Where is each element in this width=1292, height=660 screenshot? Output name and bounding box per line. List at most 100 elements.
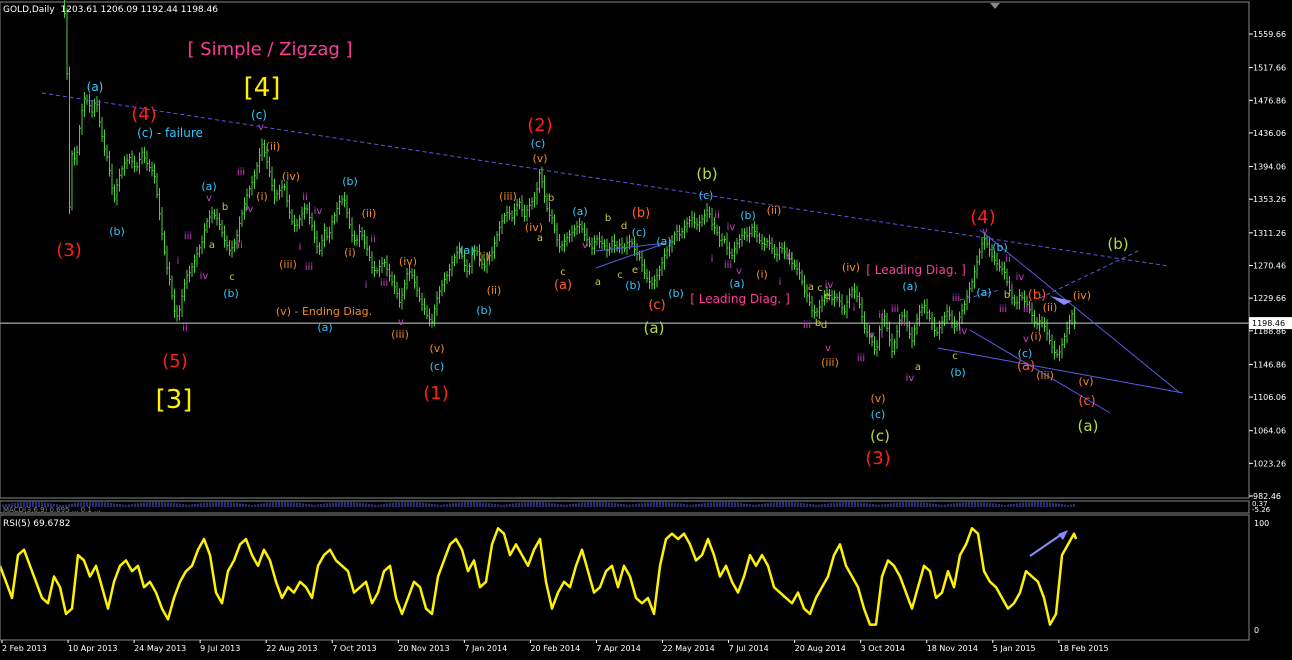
wave-label: (a) (1017, 359, 1035, 374)
wave-label: i (299, 242, 302, 253)
wave-label: i (177, 256, 180, 267)
price-axis-label: 1353.26 (1253, 195, 1286, 204)
wave-label: (b) (1107, 235, 1128, 253)
wave-label: (c) - failure (137, 126, 203, 140)
date-axis-label: 10 Apr 2013 (68, 644, 117, 653)
wave-label: a (595, 277, 601, 288)
wave-label: iii (1023, 304, 1031, 315)
wave-label: (v) - Ending Diag. (276, 305, 372, 318)
wave-label: (4) (970, 207, 996, 228)
price-chart-svg[interactable]: [ Simple / Zigzag ] [4] [3] (3) (4) (5) (1) (2)… (0, 0, 1292, 656)
wave-label: b (1004, 290, 1010, 301)
wave-label: iv (825, 280, 834, 291)
wave-label: (b) (625, 279, 641, 292)
wave-label: c (617, 270, 623, 281)
price-axis-label: 1394.06 (1253, 163, 1286, 172)
wave-label: (a) (572, 205, 587, 218)
macd-axis-label: -5.26 (1252, 506, 1271, 514)
date-axis-label: 7 Jan 2014 (464, 644, 507, 653)
date-axis-label: 7 Oct 2013 (332, 644, 376, 653)
wave-label: v (582, 240, 588, 251)
wave-label: (iv) (399, 255, 417, 268)
wave-label: ii (878, 310, 884, 321)
wave-label: (b) (223, 287, 239, 300)
wave-label: iii (857, 353, 865, 364)
wave-label: (iii) (1036, 369, 1054, 382)
date-axis-label: 7 Apr 2014 (596, 644, 640, 653)
wave-label: v (398, 317, 404, 328)
forex-chart[interactable]: [ Simple / Zigzag ] [4] [3] (3) (4) (5) (1) (2)… (0, 0, 1292, 656)
date-axis-label: 24 May 2013 (134, 644, 186, 653)
wave-label: iv (314, 206, 323, 217)
wave-label: (b) (696, 165, 717, 183)
wave-label: iii (952, 293, 960, 304)
wave-label: i (881, 330, 884, 341)
wave-label: (a) (729, 277, 744, 290)
wave-label: iv (906, 373, 915, 384)
wave-label: (c) (648, 298, 665, 313)
wave-label: a (915, 362, 921, 373)
wave-label: v (206, 193, 212, 204)
wave-label: i (853, 303, 856, 314)
wave-label: [ Leading Diag. ] (866, 263, 966, 277)
wave-label: (c) (632, 226, 647, 239)
wave-label: iii (184, 231, 192, 242)
price-axis-label: 1146.86 (1253, 360, 1286, 369)
wave-label: (ii) (767, 204, 782, 217)
wave-label: iii (724, 260, 732, 271)
wave-label: a (209, 240, 215, 251)
wave-label: (v) (870, 392, 885, 405)
wave-label: (a) (1078, 417, 1099, 435)
wave-label: iv (200, 271, 209, 282)
price-axis-label: 1311.26 (1253, 229, 1286, 238)
wave-label: (ii) (487, 284, 502, 297)
wave-label: (3) (56, 240, 82, 261)
wave-label: ii (302, 192, 308, 203)
wave-label: c (560, 267, 566, 278)
date-axis-label: 20 Aug 2014 (795, 644, 846, 653)
wave-label: (i) (756, 268, 768, 281)
macd-pane: MACD(3,6,9) 0.695 ... 0.1 ... (0, 502, 1075, 514)
price-axis-label: 1476.86 (1253, 96, 1286, 105)
wave-label: ii (714, 210, 720, 221)
wave-label: a (537, 233, 543, 244)
price-axis-label: 1064.06 (1253, 427, 1286, 436)
wave-label: c (952, 351, 958, 362)
wave-label: ii (1005, 254, 1011, 265)
wave-label: (ii) (266, 140, 281, 153)
wave-label: (a) (976, 286, 991, 299)
wave-label: [3] (156, 385, 193, 415)
wave-label: iv (959, 326, 968, 337)
wave-label: iv (245, 204, 254, 215)
wave-label: (c) (251, 108, 267, 122)
rsi-axis-label: 100 (1254, 519, 1269, 528)
rsi-pane (0, 527, 1078, 626)
wave-label: (b) (342, 175, 358, 188)
wave-label: e (632, 265, 638, 276)
wave-label: (a) (317, 321, 332, 334)
scroll-marker-icon (990, 3, 1000, 9)
wave-label: (i) (344, 246, 356, 259)
wave-label: iii (237, 167, 245, 178)
date-axis-label: 20 Feb 2014 (530, 644, 580, 653)
wave-label: v (736, 266, 742, 277)
date-axis-label: 18 Feb 2015 (1059, 644, 1109, 653)
rsi-header: RSI(5) 69.6782 (3, 519, 71, 529)
wave-label: ii (237, 240, 243, 251)
wave-label: v (1023, 334, 1029, 345)
wave-label: d (621, 221, 627, 232)
wave-label: (a) (459, 244, 474, 257)
wave-label: v (982, 226, 988, 237)
wave-label: (iii) (391, 328, 409, 341)
wave-label: (iv) (842, 261, 860, 274)
wave-label: (iii) (279, 258, 297, 271)
wave-label: (b) (632, 206, 650, 221)
wave-label: ii (370, 234, 376, 245)
wave-label: [ Leading Diag. ] (690, 292, 790, 306)
wave-label: (c) (870, 427, 890, 445)
wave-label: ii (900, 318, 906, 329)
wave-label: (a) (656, 235, 671, 248)
wave-label: b (222, 202, 228, 213)
rsi-arrow-line (1029, 533, 1063, 557)
wave-label: (a) (644, 319, 665, 337)
